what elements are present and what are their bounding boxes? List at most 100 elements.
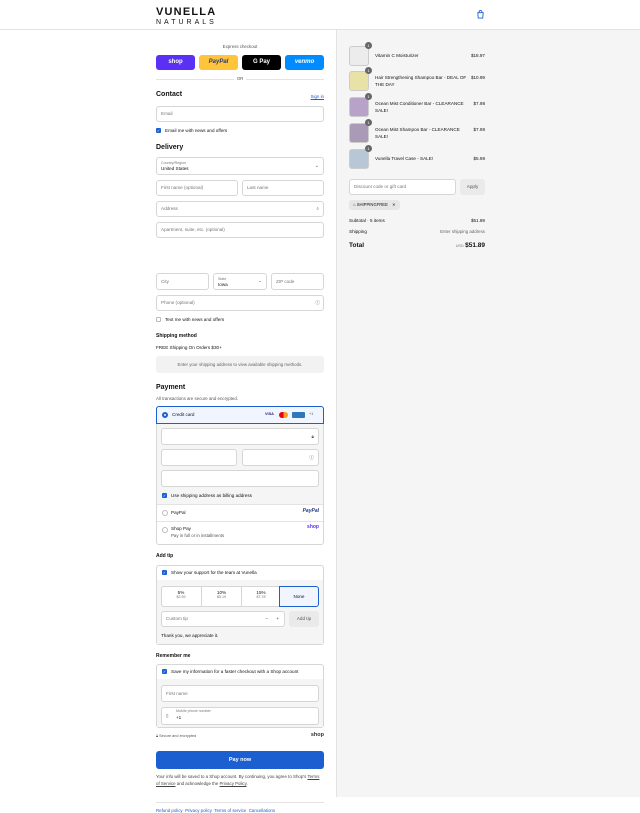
search-icon[interactable]: ⌕ (316, 202, 319, 216)
minus-icon[interactable]: − (265, 612, 268, 626)
shop-first-name-field[interactable]: First name (161, 685, 319, 702)
credit-card-option[interactable]: Credit card VISA +1 (156, 406, 324, 424)
privacy-policy-link[interactable]: Privacy Policy (220, 781, 247, 786)
currency-code: USD (455, 244, 464, 248)
cancellations-link[interactable]: Cancellations (249, 808, 275, 813)
quantity-badge: 1 (365, 119, 372, 126)
item-price: $18.97 (470, 53, 485, 58)
secure-note: 🔒︎ Secure and encrypted (156, 734, 196, 738)
first-name-field[interactable]: First name (optional) (156, 180, 238, 196)
expiry-field[interactable] (161, 449, 237, 466)
mobile-phone-field[interactable]: ▯ Mobile phone number +1 (161, 707, 319, 725)
item-name: Ocean Mist Shampoo Bar - CLEARANCE SALE! (375, 127, 460, 139)
divider (156, 802, 324, 803)
email-field[interactable]: Email (156, 106, 324, 122)
shop-pay-logo: shop (307, 524, 319, 530)
item-name: Ocean Mist Conditioner Bar - CLEARANCE S… (375, 101, 464, 113)
tip-option-5[interactable]: 5% $2.59 (161, 586, 201, 607)
total-value: $51.89 (465, 242, 485, 249)
shipping-placeholder: Enter your shipping address to view avai… (156, 356, 324, 373)
visa-icon: VISA (265, 412, 274, 416)
phone-placeholder: Phone (optional) (161, 300, 195, 305)
payment-title: Payment (156, 384, 186, 391)
terms-of-service-footer-link[interactable]: Terms of service (214, 808, 246, 813)
shop-logo: shop (310, 732, 324, 738)
pay-now-button[interactable]: Pay now (156, 751, 324, 769)
subtotal-label: Subtotal · 5 items (349, 218, 385, 223)
help-icon[interactable]: ⓘ (315, 296, 320, 310)
city-field[interactable]: City (156, 273, 209, 290)
country-select[interactable]: Country/Region United States ⌄ (156, 157, 324, 175)
news-checkbox[interactable]: ✓ (156, 128, 161, 133)
paypal-option[interactable]: PayPal PayPal (157, 504, 323, 521)
tip-option-none[interactable]: None (279, 586, 319, 607)
country-value: United States (161, 166, 189, 171)
tip-thanks: Thank you, we appreciate it. (161, 633, 219, 638)
apartment-field[interactable]: Apartment, suite, etc. (optional) (156, 222, 324, 238)
zip-field[interactable]: ZIP code (271, 273, 324, 290)
tip-option-15[interactable]: 15% $7.78 (241, 586, 280, 607)
tip-amt: $7.78 (256, 595, 266, 599)
phone-icon: ▯ (166, 713, 169, 718)
google-pay-express-button[interactable]: G Pay (242, 55, 281, 70)
radio[interactable] (162, 510, 168, 516)
amex-icon (292, 412, 305, 418)
privacy-policy-footer-link[interactable]: Privacy policy (185, 808, 212, 813)
billing-checkbox[interactable]: ✓ (162, 493, 167, 498)
state-select[interactable]: State Iowa ⌄ (213, 273, 267, 290)
paypal-express-button[interactable]: PayPal (199, 55, 238, 70)
brand-logo[interactable]: VUNELLA NATURALS (156, 7, 217, 27)
last-name-field[interactable]: Last name (242, 180, 324, 196)
sign-in-link[interactable]: Sign in (311, 94, 324, 99)
express-checkout-label: Express checkout (222, 44, 258, 49)
billing-label: Use shipping address as billing address (171, 493, 252, 498)
card-number-field[interactable]: 🔒︎ (161, 428, 319, 445)
product-thumbnail (349, 97, 369, 117)
product-thumbnail (349, 149, 369, 169)
security-code-field[interactable]: ⓘ (242, 449, 319, 466)
mobile-value: +1 (176, 715, 182, 720)
order-item: 1 Hair Strengthening Shampoo Bar - DEAL … (349, 67, 485, 91)
save-info-label: Save my information for a faster checkou… (171, 669, 299, 674)
add-tip-button[interactable]: Add tip (289, 611, 319, 627)
apply-button[interactable]: Apply (460, 179, 485, 195)
radio-selected[interactable] (162, 412, 168, 418)
item-price: $5.98 (473, 156, 486, 161)
discount-code-field[interactable]: Discount code or gift card (349, 179, 456, 195)
radio[interactable] (162, 527, 168, 533)
item-name: Vunella Travel Case - SALE! (375, 156, 434, 161)
quantity-badge: 1 (365, 93, 372, 100)
shop-pay-option[interactable]: Shop Pay Pay in full or in installments … (157, 521, 323, 544)
free-shipping-note: FREE Shipping On Orders $30+ (156, 345, 222, 350)
tip-amt: $2.59 (176, 595, 186, 599)
paypal-label: PayPal (171, 510, 186, 515)
shop-pay-express-button[interactable]: shop (156, 55, 195, 70)
save-info-checkbox[interactable]: ✓ (162, 669, 167, 674)
shop-pay-sublabel: Pay in full or in installments (171, 533, 225, 538)
item-price: $7.98 (473, 101, 486, 106)
remove-discount-icon[interactable]: ✕ (392, 202, 396, 207)
address-field[interactable]: Address ⌕ (156, 201, 324, 217)
text-news-checkbox[interactable] (156, 317, 161, 322)
disclaimer-text: Your info will be saved to a Shop accoun… (156, 774, 307, 779)
paypal-logo: PayPal (302, 508, 319, 514)
shopping-bag-icon[interactable] (476, 10, 485, 19)
text-news-label: Text me with news and offers (165, 317, 225, 322)
tip-support-checkbox[interactable]: ✓ (162, 570, 167, 575)
item-price: $10.99 (470, 75, 485, 80)
discount-tag: ⌂ SHIPPINGFREE ✕ (349, 200, 400, 210)
or-separator: OR (234, 76, 246, 81)
venmo-express-button[interactable]: venmo (285, 55, 324, 70)
tip-option-10[interactable]: 10% $5.19 (201, 586, 241, 607)
order-item: 1 Ocean Mist Shampoo Bar - CLEARANCE SAL… (349, 119, 485, 143)
custom-tip-placeholder: Custom tip (166, 616, 188, 621)
help-icon[interactable]: ⓘ (309, 451, 314, 464)
plus-icon[interactable]: + (276, 612, 279, 626)
custom-tip-field[interactable]: Custom tip − + (161, 611, 285, 627)
contact-title: Contact (156, 91, 183, 98)
lock-icon: 🔒︎ (156, 734, 159, 738)
name-on-card-field[interactable] (161, 470, 319, 487)
refund-policy-link[interactable]: Refund policy (156, 808, 183, 813)
product-thumbnail (349, 71, 369, 91)
phone-field[interactable]: Phone (optional) ⓘ (156, 295, 324, 311)
